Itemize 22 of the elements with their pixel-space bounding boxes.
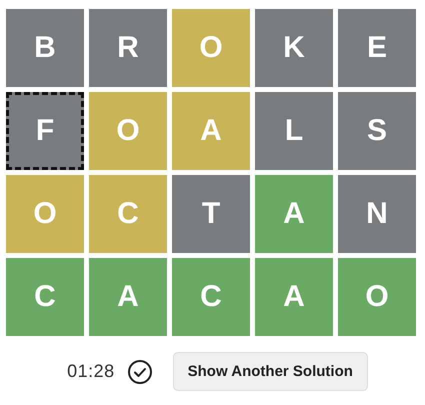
letter-tile[interactable]: C xyxy=(172,258,250,336)
letter-tile[interactable]: K xyxy=(255,9,333,87)
show-another-solution-button[interactable]: Show Another Solution xyxy=(172,352,368,391)
letter-tile[interactable]: S xyxy=(338,92,416,170)
timer: 01:28 xyxy=(67,361,115,382)
letter-tile[interactable]: O xyxy=(89,92,167,170)
letter-tile[interactable]: C xyxy=(6,258,84,336)
letter-tile[interactable]: T xyxy=(172,175,250,253)
letter-tile[interactable]: B xyxy=(6,9,84,87)
letter-tile[interactable]: A xyxy=(172,92,250,170)
letter-tile[interactable]: N xyxy=(338,175,416,253)
letter-tile[interactable]: A xyxy=(89,258,167,336)
letter-tile[interactable]: O xyxy=(172,9,250,87)
letter-tile[interactable]: O xyxy=(338,258,416,336)
letter-tile[interactable]: O xyxy=(6,175,84,253)
letter-tile[interactable]: F xyxy=(6,92,84,170)
letter-tile[interactable]: A xyxy=(255,175,333,253)
letter-tile[interactable]: C xyxy=(89,175,167,253)
letter-tile[interactable]: L xyxy=(255,92,333,170)
letter-tile[interactable]: A xyxy=(255,258,333,336)
letter-tile[interactable]: E xyxy=(338,9,416,87)
letter-tile[interactable]: R xyxy=(89,9,167,87)
